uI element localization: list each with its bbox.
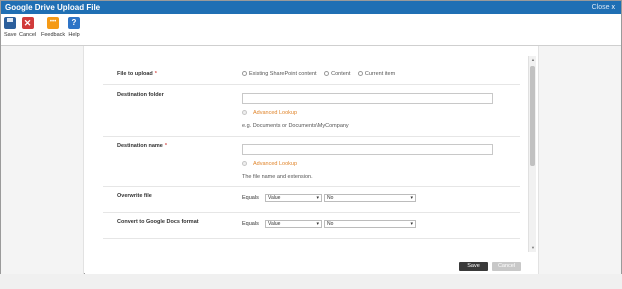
ribbon-cancel-button[interactable]: ✕ Cancel — [19, 17, 36, 38]
destination-name-advanced-lookup[interactable]: Advanced Lookup — [242, 161, 297, 167]
divider — [103, 84, 520, 85]
close-icon: x — [611, 4, 616, 11]
destination-name-label: Destination name * — [117, 143, 167, 149]
required-mark: * — [154, 71, 157, 77]
chevron-down-icon: ▾ — [410, 195, 413, 201]
left-gutter — [1, 46, 84, 274]
convert-equals-label: Equals — [242, 221, 259, 227]
lookup-radio-icon — [242, 161, 247, 167]
ribbon-help-button[interactable]: ? Help — [68, 17, 80, 38]
overwrite-type-select[interactable]: Value ▾ — [265, 194, 322, 202]
chevron-down-icon: ▾ — [316, 221, 319, 227]
convert-google-docs-label: Convert to Google Docs format — [117, 219, 199, 225]
divider — [103, 238, 520, 239]
ribbon-help-label: Help — [68, 32, 80, 38]
ribbon-save-button[interactable]: Save — [4, 17, 17, 38]
save-button[interactable]: Save — [459, 262, 488, 271]
close-label: Close — [591, 4, 610, 11]
save-icon — [4, 17, 17, 29]
form-panel: File to upload * Existing SharePoint cont… — [85, 46, 538, 274]
required-mark: * — [164, 143, 167, 149]
form-scroll-area: File to upload * Existing SharePoint cont… — [85, 51, 536, 289]
dialog: Google Drive Upload File Close x Save ✕ C… — [0, 0, 622, 274]
radio-current-item[interactable]: Current item — [357, 71, 395, 77]
convert-value-select[interactable]: No ▾ — [324, 220, 416, 228]
destination-folder-label: Destination folder — [117, 92, 164, 98]
lookup-radio-icon — [242, 110, 247, 116]
chevron-down-icon: ▾ — [316, 195, 319, 201]
cancel-button[interactable]: Cancel — [492, 262, 521, 271]
right-gutter — [538, 46, 621, 274]
ribbon-cancel-label: Cancel — [19, 32, 37, 38]
divider — [103, 136, 520, 137]
help-icon: ? — [68, 17, 80, 29]
ribbon-toolbar: Save ✕ Cancel ••• Feedback ? Help — [1, 14, 621, 46]
close-button[interactable]: Close x — [592, 2, 615, 13]
title-bar: Google Drive Upload File Close x — [1, 1, 621, 14]
destination-folder-hint: e.g. Documents or Documents\MyCompany — [242, 123, 349, 129]
overwrite-value-select[interactable]: No ▾ — [324, 194, 416, 202]
ribbon-feedback-button[interactable]: ••• Feedback — [41, 17, 65, 38]
destination-folder-input[interactable] — [242, 93, 493, 104]
destination-folder-advanced-lookup[interactable]: Advanced Lookup — [242, 110, 297, 116]
convert-type-select[interactable]: Value ▾ — [265, 220, 322, 228]
cancel-icon: ✕ — [21, 17, 34, 29]
feedback-icon: ••• — [47, 17, 60, 29]
radio-icon — [357, 71, 363, 77]
scroll-up-icon[interactable]: ▲ — [529, 56, 537, 64]
scrollbar-thumb[interactable] — [530, 66, 535, 166]
chevron-down-icon: ▾ — [410, 221, 413, 227]
radio-content[interactable]: Content — [324, 71, 350, 77]
overwrite-equals-label: Equals — [242, 195, 259, 201]
radio-icon — [324, 71, 330, 77]
file-to-upload-options: Existing SharePoint content Content Curr… — [242, 71, 401, 77]
scroll-down-icon[interactable]: ▼ — [529, 244, 537, 252]
radio-icon — [242, 71, 247, 77]
dialog-title: Google Drive Upload File — [5, 3, 101, 12]
ribbon-feedback-label: Feedback — [41, 32, 66, 38]
divider — [103, 212, 520, 213]
destination-name-input[interactable] — [242, 144, 493, 155]
overwrite-file-label: Overwrite file — [117, 193, 152, 199]
divider — [103, 186, 520, 187]
radio-existing-content[interactable]: Existing SharePoint content — [242, 71, 317, 77]
ribbon-save-label: Save — [4, 32, 17, 38]
vertical-scrollbar[interactable]: ▲ ▼ — [528, 56, 536, 252]
destination-name-hint: The file name and extension. — [242, 174, 313, 180]
file-to-upload-label: File to upload * — [117, 71, 157, 77]
